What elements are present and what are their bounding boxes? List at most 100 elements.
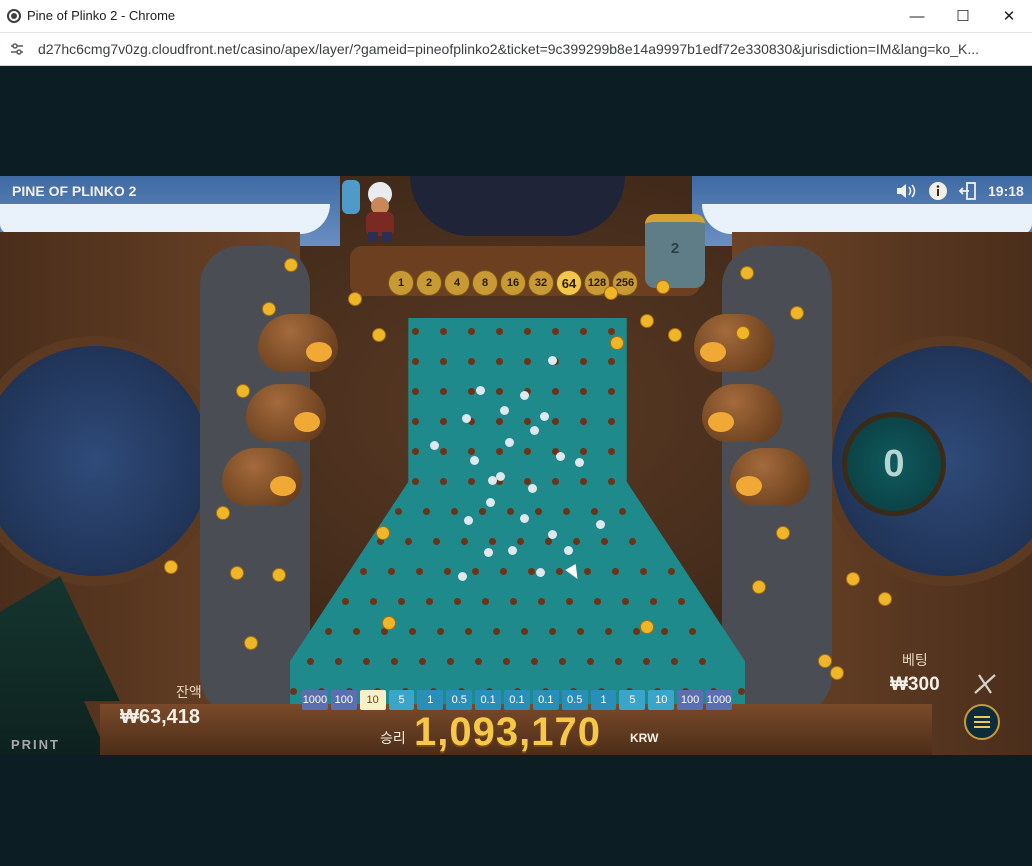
plinko-ball [548, 530, 557, 539]
peg [545, 538, 552, 545]
bet-label: 베팅 [902, 652, 928, 668]
plinko-ball [476, 386, 485, 395]
peg [524, 328, 531, 335]
peg [640, 568, 647, 575]
snow-left [0, 204, 330, 234]
peg [608, 478, 615, 485]
peg [671, 658, 678, 665]
plinko-ball [520, 514, 529, 523]
gold-coin-icon [878, 592, 892, 606]
chest-counter: 2 [670, 240, 680, 257]
gold-coin-icon [846, 572, 860, 586]
peg [678, 598, 685, 605]
peg [608, 328, 615, 335]
peg [395, 508, 402, 515]
plinko-ball [505, 438, 514, 447]
peg [559, 658, 566, 665]
peg [524, 418, 531, 425]
menu-button[interactable] [964, 704, 1000, 740]
peg [468, 478, 475, 485]
peg [342, 598, 349, 605]
peg [577, 628, 584, 635]
peg [353, 628, 360, 635]
peg [608, 358, 615, 365]
gold-coin-icon [736, 326, 750, 340]
win-amount: 1,093,170 [414, 710, 601, 754]
plinko-board [290, 318, 745, 708]
gold-coin-icon [372, 328, 386, 342]
close-button[interactable]: ✕ [986, 0, 1032, 32]
plinko-ball [530, 426, 539, 435]
bucket-multiplier: 1000 [706, 690, 732, 710]
bucket-multiplier: 10 [359, 690, 386, 710]
peg [468, 388, 475, 395]
acorn-icon [222, 448, 302, 506]
game-canvas[interactable]: 1 2 4 8 16 32 64 128 256 2 1000 100 10 5 1 0.5 0.1 0.1 0… [0, 176, 1032, 755]
peg [496, 358, 503, 365]
peg [661, 628, 668, 635]
peg [496, 328, 503, 335]
plinko-ball [486, 498, 495, 507]
chrome-app-icon [7, 9, 21, 23]
peg [521, 628, 528, 635]
peg [629, 538, 636, 545]
acorn-icon [730, 448, 810, 506]
peg [535, 508, 542, 515]
peg [580, 388, 587, 395]
site-settings-icon[interactable] [9, 41, 25, 57]
peg [482, 598, 489, 605]
plinko-ball [564, 546, 573, 555]
plinko-ball [470, 456, 479, 465]
maximize-button[interactable]: ☐ [940, 0, 986, 32]
peg [412, 328, 419, 335]
peg [496, 418, 503, 425]
gold-coin-icon [272, 568, 286, 582]
url-field[interactable]: d27hc6cmg7v0zg.cloudfront.net/casino/ape… [38, 41, 1018, 57]
gold-coin-icon [610, 336, 624, 350]
balance-value: ₩63,418 [120, 706, 201, 728]
bucket-multiplier: 0.1 [504, 690, 530, 710]
peg [608, 388, 615, 395]
address-bar: d27hc6cmg7v0zg.cloudfront.net/casino/ape… [0, 33, 1032, 66]
multiplier-chip: 64 [556, 270, 582, 296]
peg [468, 448, 475, 455]
gold-coin-icon [376, 526, 390, 540]
gold-coin-icon [216, 506, 230, 520]
bucket-multiplier: 5 [619, 690, 646, 710]
peg [563, 508, 570, 515]
gold-coin-icon [668, 328, 682, 342]
peg [496, 388, 503, 395]
exit-icon[interactable] [958, 181, 978, 201]
peg [468, 328, 475, 335]
gold-coin-icon [640, 620, 654, 634]
plinko-ball [536, 568, 545, 577]
info-icon[interactable] [928, 181, 948, 201]
peg [608, 448, 615, 455]
multiplier-chip: 2 [416, 270, 442, 296]
plinko-ball [484, 548, 493, 557]
bet-value[interactable]: ₩300 [890, 674, 940, 696]
peg [440, 478, 447, 485]
window-titlebar: Pine of Plinko 2 - Chrome — ☐ ✕ [0, 0, 1032, 33]
peg [580, 478, 587, 485]
peg [465, 628, 472, 635]
plinko-ball [556, 452, 565, 461]
peg [493, 628, 500, 635]
window-title: Pine of Plinko 2 - Chrome [27, 8, 176, 23]
bucket-multiplier: 1 [590, 690, 617, 710]
minimize-button[interactable]: — [894, 0, 940, 32]
peg [290, 688, 297, 695]
peg [580, 418, 587, 425]
peg [360, 568, 367, 575]
peg [549, 628, 556, 635]
peg [594, 598, 601, 605]
ball-counter: 0 [842, 412, 946, 516]
sound-icon[interactable] [895, 181, 919, 201]
peg [412, 358, 419, 365]
plinko-ball [458, 572, 467, 581]
peg [699, 658, 706, 665]
gold-coin-icon [740, 266, 754, 280]
peg [419, 658, 426, 665]
peg [472, 568, 479, 575]
turbo-icon[interactable] [972, 672, 998, 696]
